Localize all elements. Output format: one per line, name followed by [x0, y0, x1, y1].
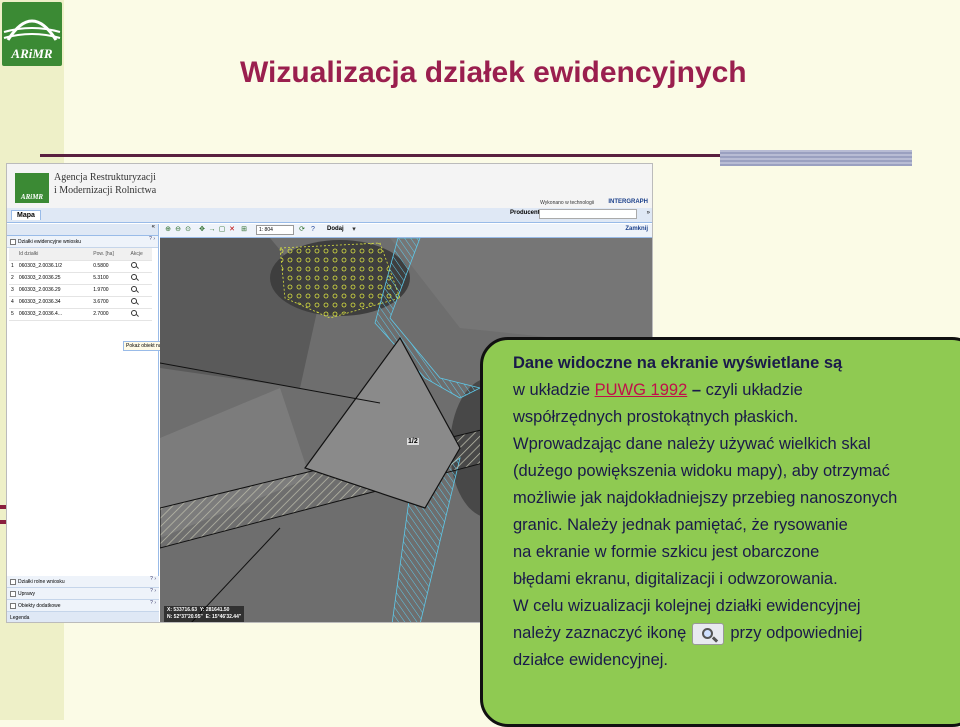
column-id[interactable]: Id działki: [16, 248, 92, 261]
zoom-out-icon[interactable]: ⊖: [174, 226, 182, 234]
table-row[interactable]: 5 060303_2.0036.4... 2.7000: [9, 308, 152, 321]
layer-row-crops[interactable]: Uprawy? ›: [7, 588, 159, 600]
clear-icon[interactable]: ✕: [228, 226, 236, 234]
legend-label[interactable]: Legenda: [7, 612, 159, 622]
dropdown-icon[interactable]: ▾: [350, 226, 358, 234]
producent-label: Producent:: [510, 210, 542, 216]
technology-note: Wykonano w technologii: [540, 200, 594, 206]
slide-title: Wizualizacja działek ewidencyjnych: [240, 56, 747, 89]
layer-row-farm-parcels[interactable]: Działki rolne wniosku? ›: [7, 576, 159, 588]
producent-field[interactable]: [539, 209, 637, 219]
column-area[interactable]: Pow. [ha]: [91, 248, 129, 261]
divider-accent: [720, 150, 912, 166]
scale-input[interactable]: 1: 804: [256, 225, 294, 235]
agency-name: Agencja Restrukturyzacji i Modernizacji …: [54, 171, 156, 197]
layer-row-extra-objects[interactable]: Obiekty dodatkowe? ›: [7, 600, 159, 612]
collapse-icon[interactable]: «: [152, 224, 155, 230]
select-icon[interactable]: ▢: [218, 226, 226, 234]
magnifier-icon[interactable]: [130, 310, 137, 316]
grid-icon[interactable]: ⊞: [240, 226, 248, 234]
puwg-link[interactable]: PUWG 1992: [595, 381, 688, 399]
checkbox-icon[interactable]: [10, 602, 16, 609]
refresh-icon[interactable]: ⟳: [298, 226, 306, 234]
checkbox-icon[interactable]: [10, 578, 16, 585]
help-icon[interactable]: ?: [309, 226, 317, 234]
magnifier-icon[interactable]: [130, 286, 137, 292]
app-logo: ARiMR: [15, 173, 49, 203]
table-row[interactable]: 4 060303_2.0036.34 3.6700: [9, 296, 152, 309]
tab-bar: Mapa Producent: »: [7, 208, 652, 223]
table-row[interactable]: 1 060303_2.0036.1/2 0.5800: [9, 260, 152, 273]
logo-sun-icon: [3, 19, 61, 41]
intergraph-logo: INTERGRAPH: [608, 199, 648, 205]
layers-panel: « Działki ewidencyjne wniosku ? › Id dzi…: [7, 224, 180, 622]
panel-bottom-layers: Działki rolne wniosku? › Uprawy? › Obiek…: [7, 576, 159, 622]
magnifier-icon[interactable]: [130, 262, 137, 268]
table-row[interactable]: 2 060303_2.0036.25 5.3100: [9, 272, 152, 285]
coordinates-readout: X: 533716.63 Y: 281641.50 N: 52°37'20.95…: [164, 606, 245, 622]
panel-header: «: [7, 224, 158, 236]
pan-icon[interactable]: →: [208, 226, 216, 234]
parcel-label[interactable]: 1/2: [407, 438, 419, 445]
help-icon[interactable]: ? ›: [149, 236, 155, 242]
close-button[interactable]: Zamknij: [625, 226, 648, 232]
expand-icon[interactable]: »: [647, 210, 650, 216]
add-button[interactable]: Dodaj: [327, 226, 344, 232]
checkbox-icon[interactable]: [10, 590, 16, 597]
tab-mapa[interactable]: Mapa: [11, 210, 41, 220]
agency-line-1: Agencja Restrukturyzacji: [54, 172, 156, 183]
checkbox-icon[interactable]: [10, 238, 16, 245]
table-row[interactable]: 3 060303_2.0036.29 1.9700: [9, 284, 152, 297]
magnifier-icon[interactable]: [130, 274, 137, 280]
column-actions: Akcje: [128, 248, 152, 261]
zoom-in-icon[interactable]: ⊕: [164, 226, 172, 234]
magnifier-icon[interactable]: [130, 298, 137, 304]
app-header: ARiMR Agencja Restrukturyzacji i Moderni…: [7, 164, 652, 208]
help-icon[interactable]: ? ›: [150, 588, 156, 594]
help-icon[interactable]: ? ›: [150, 576, 156, 582]
agency-line-2: i Modernizacji Rolnictwa: [54, 185, 157, 196]
zoom-extent-icon[interactable]: ⊙: [184, 226, 192, 234]
move-icon[interactable]: ✥: [198, 226, 206, 234]
magnifier-icon: [692, 622, 725, 645]
logo-text: ARiMR: [11, 46, 53, 61]
layer-row-parcels[interactable]: Działki ewidencyjne wniosku ? ›: [7, 236, 158, 248]
info-callout: Dane widoczne na ekranie wyświetlane są …: [480, 337, 960, 727]
arimr-logo: ARiMR: [2, 2, 62, 66]
callout-text: Dane widoczne na ekranie wyświetlane są …: [513, 354, 898, 669]
map-toolbar: ⊕ ⊖ ⊙ ✥ → ▢ ✕ ⊞ 1: 804 ⟳ ? Dodaj ▾ Zamkn…: [160, 224, 652, 238]
help-icon[interactable]: ? ›: [150, 600, 156, 606]
parcels-table: Id działki Pow. [ha] Akcje 1 060303_2.003…: [9, 248, 152, 321]
table-header-row: Id działki Pow. [ha] Akcje: [9, 248, 152, 261]
